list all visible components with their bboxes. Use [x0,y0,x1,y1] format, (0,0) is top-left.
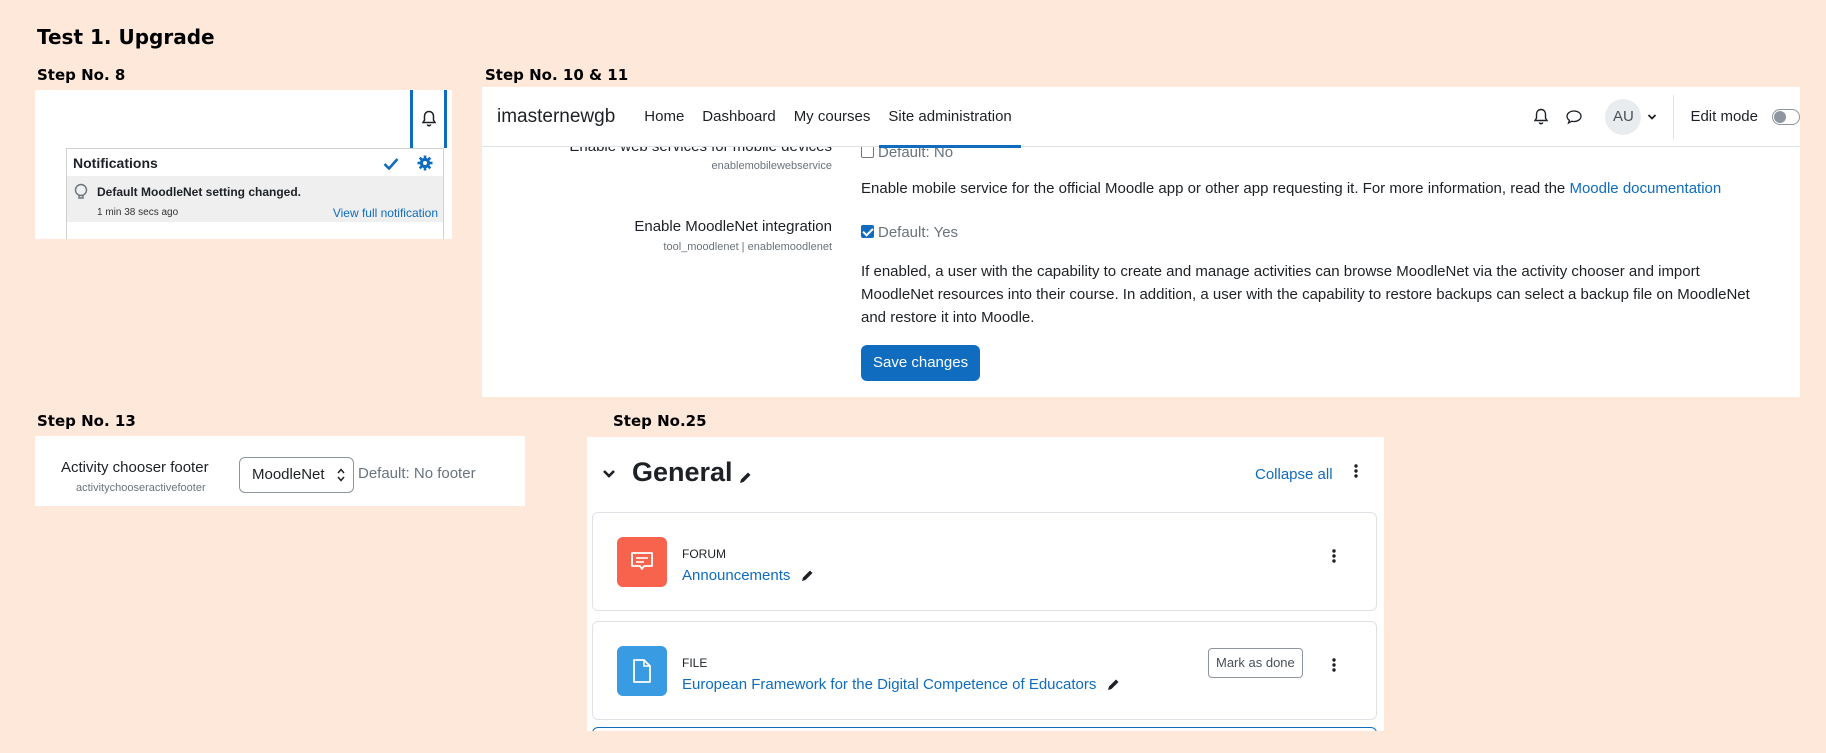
nav-site-administration[interactable]: Site administration [879,87,1022,148]
pencil-icon[interactable] [1106,678,1120,692]
gear-icon[interactable] [417,155,433,171]
moodlenet-default: Default: Yes [878,224,959,241]
notifications-toggle[interactable] [410,90,447,148]
save-changes-button[interactable]: Save changes [861,345,981,381]
kebab-menu-icon[interactable] [1332,658,1336,672]
setting-key-moodlenet: tool_moodlenet | enablemoodlenet [663,241,832,253]
file-icon [617,646,667,696]
activity-type: FILE [682,656,708,670]
activity-chooser-footer-screenshot: Activity chooser footer activitychoosera… [35,436,525,506]
select-arrows-icon [337,468,345,482]
mobile-description: Enable mobile service for the official M… [861,180,1722,197]
step-25-heading: Step No.25 [613,412,707,430]
edit-mode-label: Edit mode [1690,108,1758,125]
activity-name-link[interactable]: European Framework for the Digital Compe… [682,676,1096,693]
step-8-heading: Step No. 8 [37,66,126,84]
setting-name-moodlenet: Enable MoodleNet integration [634,218,832,235]
moodlenet-integration-checkbox[interactable] [861,225,874,238]
collapse-all-link[interactable]: Collapse all [1255,466,1333,483]
bell-icon [421,110,437,128]
pencil-icon[interactable] [800,569,814,583]
notifications-screenshot: Notifications Default MoodleNet setting … [35,90,452,239]
next-activity-edge [592,727,1377,731]
nav-my-courses[interactable]: My courses [785,87,880,147]
kebab-menu-icon[interactable] [1354,464,1358,478]
step-13-heading: Step No. 13 [37,412,136,430]
activity-forum: FORUM Announcements [592,512,1377,611]
primary-navbar: imasternewgb Home Dashboard My courses S… [482,87,1800,148]
section-title: General [632,457,733,487]
nav-home[interactable]: Home [635,87,693,147]
edit-mode-toggle[interactable] [1772,108,1800,125]
notification-title: Default MoodleNet setting changed. [97,185,302,199]
moodlenet-description: If enabled, a user with the capability t… [861,263,1750,326]
chevron-down-icon[interactable] [1647,113,1657,121]
mark-as-done-button[interactable]: Mark as done [1208,648,1303,678]
notification-item[interactable]: Default MoodleNet setting changed. 1 min… [67,176,443,222]
notifications-header: Notifications [73,155,158,171]
bell-icon[interactable] [1533,108,1549,126]
messages-icon[interactable] [1565,109,1583,125]
notification-time: 1 min 38 secs ago [97,207,179,218]
avatar[interactable]: AU [1605,98,1642,135]
activity-name-link[interactable]: Announcements [682,567,790,584]
notifications-dropdown: Notifications Default MoodleNet setting … [66,148,444,239]
course-section-screenshot: General Collapse all FORUM Announcements… [587,437,1384,731]
nav-dashboard[interactable]: Dashboard [693,87,784,147]
site-admin-screenshot: imasternewgb Home Dashboard My courses S… [482,87,1800,397]
kebab-menu-icon[interactable] [1332,549,1336,563]
step-10-11-heading: Step No. 10 & 11 [485,66,629,84]
setting-key-chooser-footer: activitychooseractivefooter [76,482,206,494]
mark-all-read-icon[interactable] [383,157,399,170]
setting-key-mobile: enablemobilewebservice [711,160,832,172]
setting-name-chooser-footer: Activity chooser footer [61,459,209,476]
forum-icon [617,537,667,587]
chooser-footer-select[interactable]: MoodleNet [239,457,354,493]
chooser-footer-default: Default: No footer [358,465,476,482]
view-full-notification-link[interactable]: View full notification [333,206,438,220]
lightbulb-icon [73,183,89,201]
page-title: Test 1. Upgrade [37,25,215,49]
activity-type: FORUM [682,547,726,561]
top-navbar [35,90,452,148]
moodle-documentation-link[interactable]: Moodle documentation [1569,180,1721,197]
pencil-icon[interactable] [738,471,752,485]
activity-file: FILE European Framework for the Digital … [592,621,1377,720]
chevron-down-icon[interactable] [602,469,616,479]
site-brand[interactable]: imasternewgb [497,106,615,128]
